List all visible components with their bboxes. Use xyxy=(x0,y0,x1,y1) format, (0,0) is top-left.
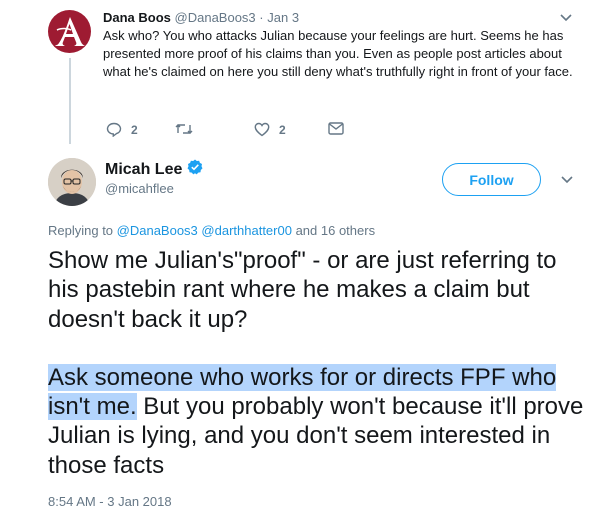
avatar-dana-boos[interactable] xyxy=(48,10,91,53)
thread-connector-line xyxy=(69,58,71,144)
heart-icon xyxy=(254,122,270,137)
mention-danaboos3[interactable]: @DanaBoos3 xyxy=(117,223,198,238)
mention-darthhatter00[interactable]: @darthhatter00 xyxy=(201,223,292,238)
replying-to-line: Replying to @DanaBoos3 @darthhatter00 an… xyxy=(48,222,375,239)
like-action[interactable]: 2 xyxy=(254,122,286,137)
envelope-icon xyxy=(328,122,344,135)
tweet-paragraph-2: Ask someone who works for or directs FPF… xyxy=(48,363,588,480)
like-count: 2 xyxy=(279,122,286,137)
author-name[interactable]: Micah Lee xyxy=(105,160,182,180)
reply-tweet-text: Ask who? You who attacks Julian because … xyxy=(103,28,573,79)
alabama-a-logo-icon xyxy=(54,16,85,46)
follow-button[interactable]: Follow xyxy=(442,163,541,196)
tweet-paragraph-1: Show me Julian's"proof" - or are just re… xyxy=(48,247,557,333)
reply-separator: · xyxy=(259,10,264,25)
replying-to-prefix: Replying to xyxy=(48,223,117,238)
reply-bubble-icon xyxy=(106,122,122,137)
author-name-row: Micah Lee xyxy=(105,159,203,181)
tweet-timestamp[interactable]: 8:54 AM - 3 Jan 2018 xyxy=(48,493,172,510)
avatar-micah-lee[interactable] xyxy=(48,158,96,206)
direct-message-action[interactable] xyxy=(328,122,353,135)
reply-more-chevron-down-icon[interactable] xyxy=(560,14,572,22)
reply-author-handle[interactable]: @DanaBoos3 xyxy=(175,10,256,25)
reply-tweet-header: Dana Boos @DanaBoos3 · Jan 3 xyxy=(103,9,299,26)
reply-date[interactable]: Jan 3 xyxy=(267,10,299,25)
profile-photo-icon xyxy=(48,158,96,206)
reply-author-name[interactable]: Dana Boos xyxy=(103,10,171,25)
reply-count: 2 xyxy=(131,122,138,137)
main-tweet-text: Show me Julian's"proof" - or are just re… xyxy=(48,246,588,480)
replying-to-suffix[interactable]: and 16 others xyxy=(292,223,376,238)
reply-action[interactable]: 2 xyxy=(106,122,138,137)
retweet-action[interactable] xyxy=(175,122,202,136)
author-handle[interactable]: @micahflee xyxy=(105,180,174,197)
verified-badge-icon xyxy=(187,159,203,181)
tweet-more-chevron-down-icon[interactable] xyxy=(561,176,573,184)
retweet-icon xyxy=(175,124,193,134)
